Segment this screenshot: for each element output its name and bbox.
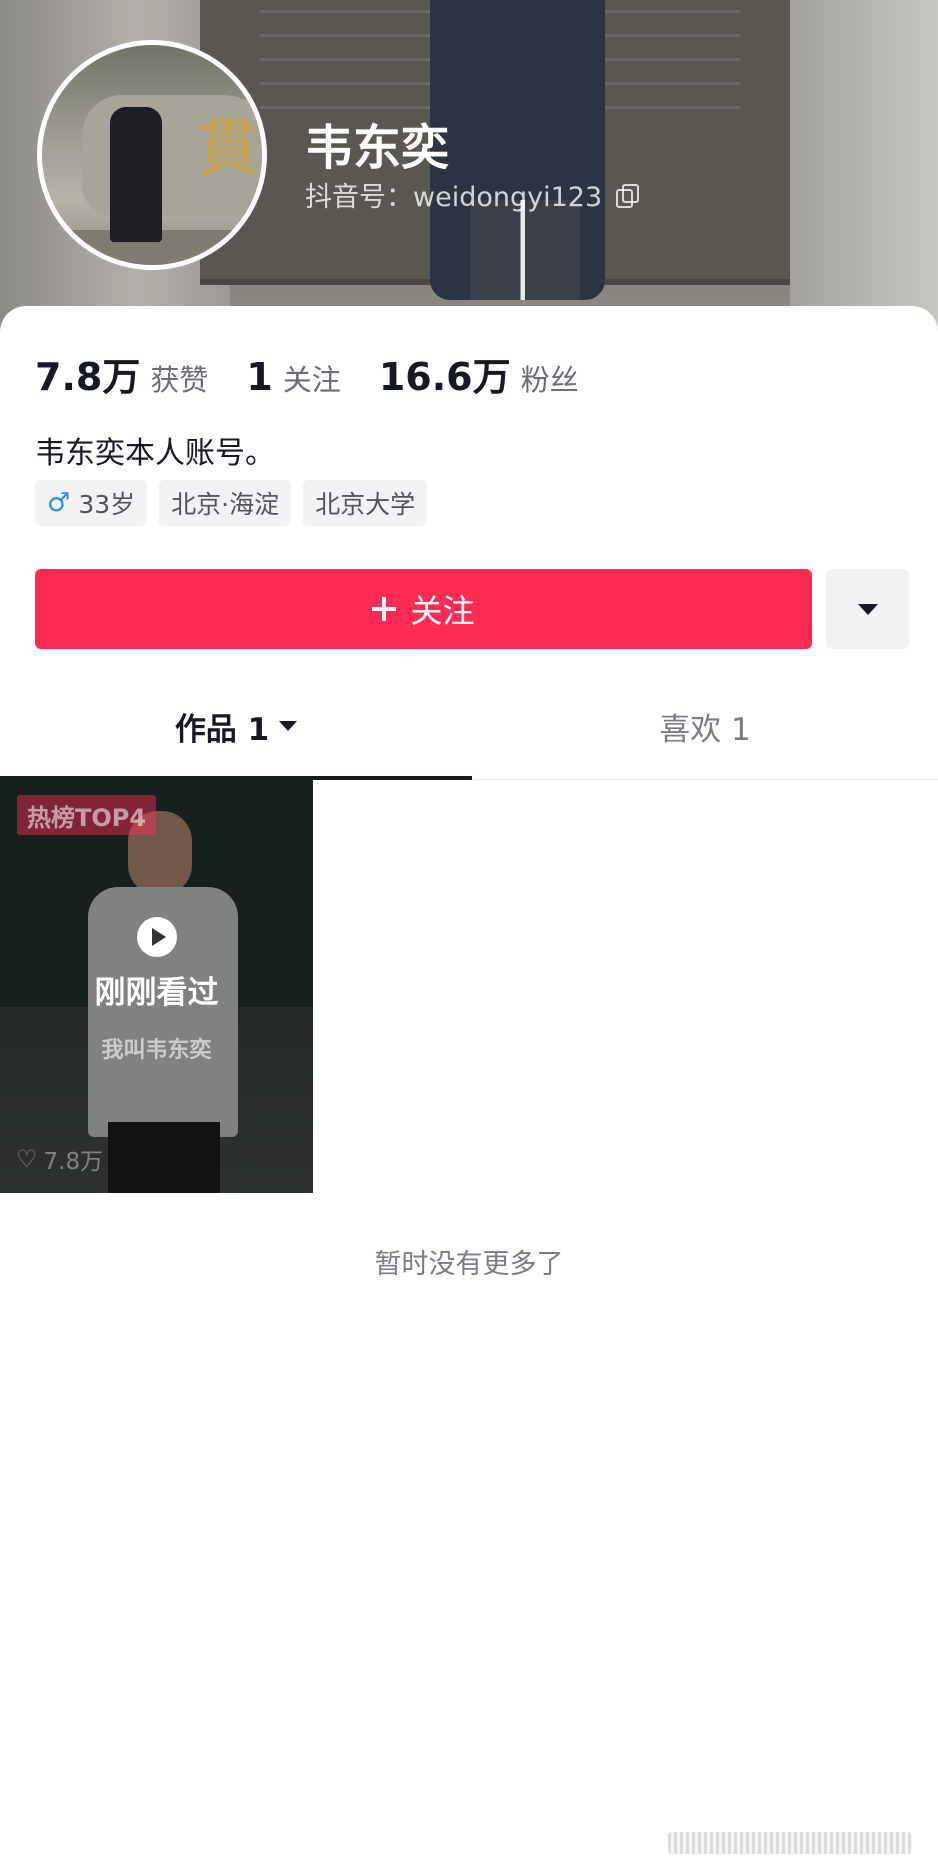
douyin-id[interactable]: 抖音号：weidongyi123 — [305, 175, 640, 214]
tab-likes[interactable]: 喜欢 1 — [472, 672, 938, 780]
male-icon: ♂ — [47, 488, 71, 518]
recently-watched-label: 刚刚看过 — [94, 975, 219, 1011]
tab-works-label: 作品 1 — [174, 711, 270, 748]
tag-school[interactable]: 北京大学 — [303, 480, 428, 526]
tag-location: 北京·海淀 — [159, 480, 292, 526]
stat-following[interactable]: 1 关注 — [246, 355, 340, 399]
caret-down-icon — [857, 603, 878, 615]
profile-bio: 韦东奕本人账号。 — [35, 436, 275, 471]
content-tabs: 作品 1 喜欢 1 — [0, 672, 938, 780]
stat-likes-label: 获赞 — [150, 363, 209, 397]
stat-followers-label: 粉丝 — [520, 363, 579, 397]
cover-wall-right — [790, 0, 938, 340]
hot-rank-badge: 热榜TOP4 — [17, 795, 157, 835]
tab-works[interactable]: 作品 1 — [0, 672, 472, 780]
stat-following-value: 1 — [246, 355, 273, 399]
plus-icon — [372, 597, 397, 621]
stat-followers[interactable]: 16.6万 粉丝 — [379, 346, 579, 401]
douyin-id-text: 抖音号：weidongyi123 — [305, 182, 603, 213]
play-icon — [137, 917, 177, 957]
no-more-content-text: 暂时没有更多了 — [374, 1249, 564, 1280]
heart-icon: ♡ — [16, 1145, 38, 1173]
video-thumbnail[interactable]: 热榜TOP4 刚刚看过 我叫韦东奕 ♡ 7.8万 — [0, 777, 313, 1193]
cover-person-legs — [470, 200, 580, 300]
copy-icon[interactable] — [616, 183, 640, 208]
follow-button[interactable]: 关注 — [35, 569, 812, 649]
avatar[interactable]: 貫 — [37, 40, 267, 270]
profile-card: 7.8万 获赞 1 关注 16.6万 粉丝 韦东奕本人账号。 ♂ 33岁 北京·… — [0, 306, 938, 1872]
profile-name: 韦东奕 — [305, 120, 450, 176]
profile-tags: ♂ 33岁 北京·海淀 北京大学 — [35, 480, 428, 526]
sort-caret-icon[interactable] — [279, 721, 298, 731]
video-likes-count: 7.8万 — [43, 1149, 104, 1175]
stats-row: 7.8万 获赞 1 关注 16.6万 粉丝 — [35, 346, 617, 401]
watermark-strip — [668, 1832, 912, 1854]
stat-likes[interactable]: 7.8万 获赞 — [35, 346, 208, 401]
stat-likes-value: 7.8万 — [35, 355, 141, 399]
tag-gender-age: ♂ 33岁 — [35, 480, 148, 526]
stat-followers-value: 16.6万 — [378, 355, 511, 399]
video-caption: 我叫韦东奕 — [101, 1038, 212, 1063]
more-options-button[interactable] — [826, 569, 909, 649]
video-likes: ♡ 7.8万 — [16, 1142, 103, 1176]
tab-likes-label: 喜欢 1 — [659, 711, 751, 748]
follow-button-label: 关注 — [410, 592, 475, 630]
tag-age-text: 33岁 — [78, 490, 136, 519]
stat-following-label: 关注 — [282, 363, 341, 397]
rock-inscription: 貫 — [197, 111, 260, 184]
